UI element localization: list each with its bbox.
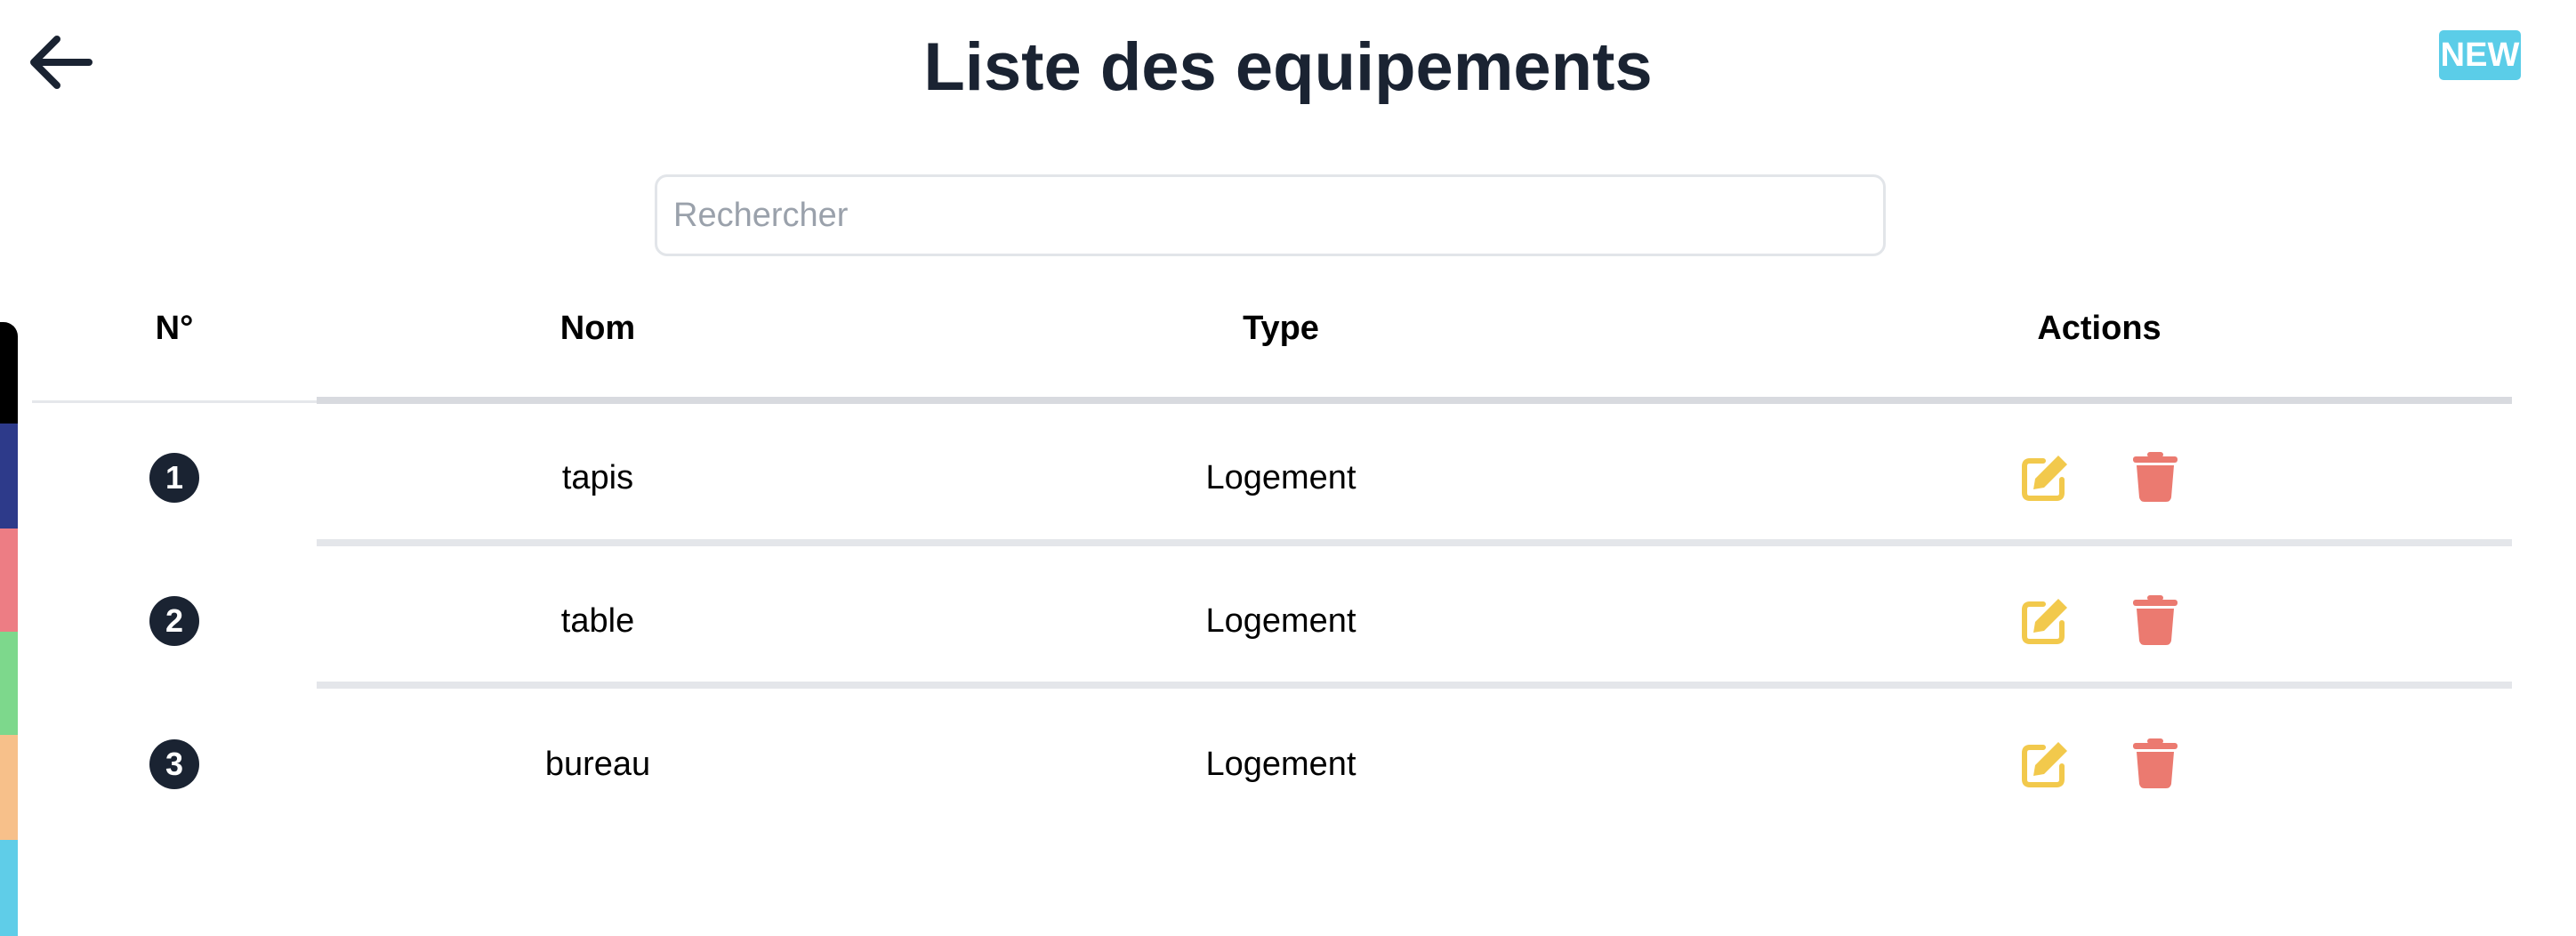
edit-icon — [2022, 456, 2067, 501]
strip-segment-black — [0, 322, 18, 424]
row-type: Logement — [1205, 602, 1356, 640]
row-number-badge: 1 — [149, 453, 199, 503]
table-row: 3 bureau Logement — [0, 729, 2576, 800]
new-button[interactable]: NEW — [2439, 30, 2521, 80]
row-number-badge: 2 — [149, 596, 199, 646]
header-divider — [32, 400, 317, 403]
row-number-badge: 3 — [149, 739, 199, 789]
row-nom: tapis — [561, 459, 634, 496]
row-divider — [317, 682, 2512, 689]
delete-button[interactable] — [2133, 738, 2178, 788]
search-input[interactable] — [655, 174, 1886, 256]
header-divider — [317, 397, 2512, 404]
row-type: Logement — [1205, 459, 1356, 496]
page-title: Liste des equipements — [923, 29, 1653, 105]
table-row: 1 tapis Logement — [0, 442, 2576, 513]
edit-button[interactable] — [2019, 595, 2071, 647]
column-header-nom: Nom — [559, 310, 636, 347]
row-divider — [317, 539, 2512, 546]
edit-button[interactable] — [2019, 738, 2071, 790]
row-nom: bureau — [544, 746, 651, 783]
trash-icon — [2133, 595, 2178, 645]
delete-button[interactable] — [2133, 595, 2178, 645]
column-header-number: N° — [155, 310, 194, 347]
trash-icon — [2133, 738, 2178, 788]
edit-icon — [2022, 742, 2067, 787]
edit-button[interactable] — [2019, 452, 2071, 504]
column-header-actions: Actions — [2037, 310, 2161, 347]
trash-icon — [2133, 452, 2178, 502]
edit-icon — [2022, 599, 2067, 644]
delete-button[interactable] — [2133, 452, 2178, 502]
column-header-type: Type — [1243, 310, 1319, 347]
table-row: 2 table Logement — [0, 585, 2576, 657]
strip-segment-cyan — [0, 840, 18, 936]
row-type: Logement — [1205, 746, 1356, 783]
row-nom: table — [560, 602, 635, 640]
